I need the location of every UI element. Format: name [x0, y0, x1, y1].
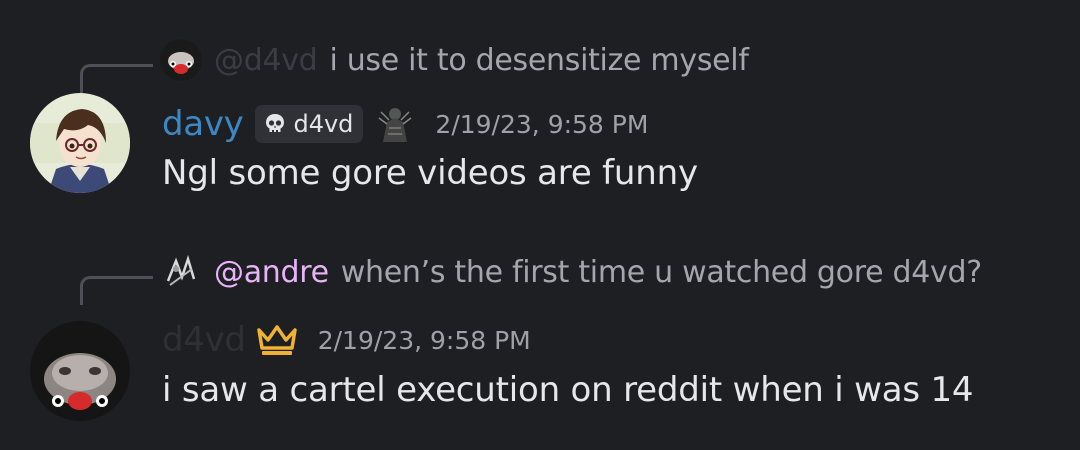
message-header: davy d4vd 2/19/23, 9:58 PM: [162, 102, 648, 146]
pig-nose-avatar-icon[interactable]: [160, 39, 202, 81]
username[interactable]: davy: [162, 104, 244, 144]
message-1[interactable]: @d4vd i use it to desensitize myself dav…: [0, 0, 1080, 220]
anime-boy-avatar-icon[interactable]: [30, 93, 130, 193]
message-content: Ngl some gore videos are funny: [162, 153, 698, 193]
reply-text[interactable]: i use it to desensitize myself: [329, 43, 748, 78]
reply-spine: [80, 276, 153, 305]
sketch-avatar-icon[interactable]: [160, 251, 202, 293]
reply-text[interactable]: when’s the first time u watched gore d4v…: [341, 255, 982, 290]
server-tag[interactable]: d4vd: [255, 105, 364, 143]
dark-figure-icon: [378, 108, 412, 142]
reply-preview[interactable]: @andre when’s the first time u watched g…: [160, 251, 982, 293]
server-tag-label: d4vd: [293, 110, 354, 138]
reply-mention[interactable]: @d4vd: [214, 43, 318, 78]
reply-spine: [80, 64, 153, 93]
pig-nose-avatar-icon[interactable]: [30, 321, 130, 421]
timestamp[interactable]: 2/19/23, 9:58 PM: [435, 110, 648, 139]
message-content: i saw a cartel execution on reddit when …: [162, 370, 974, 410]
timestamp[interactable]: 2/19/23, 9:58 PM: [318, 326, 531, 355]
skull-icon: [266, 114, 285, 132]
chat-message-list: @d4vd i use it to desensitize myself dav…: [0, 0, 1080, 450]
username[interactable]: d4vd: [162, 320, 246, 360]
message-header: d4vd 2/19/23, 9:58 PM: [162, 318, 531, 362]
crown-icon: [256, 325, 297, 355]
message-2[interactable]: @andre when’s the first time u watched g…: [0, 230, 1080, 450]
reply-preview[interactable]: @d4vd i use it to desensitize myself: [160, 39, 749, 81]
reply-mention[interactable]: @andre: [214, 255, 329, 290]
